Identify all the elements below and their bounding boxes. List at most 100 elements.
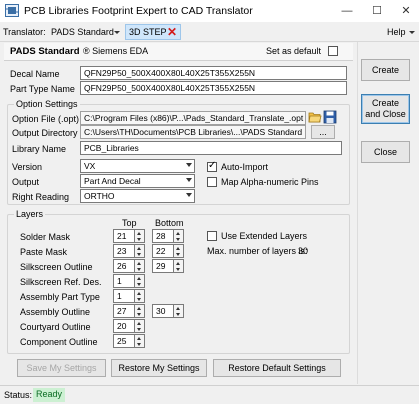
cad-header: PADS Standard ® Siemens EDA Set as defau…: [4, 43, 353, 61]
top-layer-spin-buttons[interactable]: [135, 259, 145, 273]
chevron-down-icon: [186, 178, 192, 182]
bottom-layer-spinner[interactable]: 30: [152, 304, 174, 318]
spin-down-icon[interactable]: [137, 238, 141, 241]
top-layer-spinner[interactable]: 25: [113, 334, 135, 348]
top-layer-spin-buttons[interactable]: [135, 319, 145, 333]
chevron-down-icon: [409, 31, 415, 34]
spin-down-icon[interactable]: [176, 313, 180, 316]
output-select[interactable]: Part And Decal: [80, 174, 195, 188]
right-reading-label: Right Reading: [12, 192, 70, 202]
decal-name-field[interactable]: QFN29P50_500X400X80L40X25T355X255N: [80, 66, 347, 80]
bottom-layer-spin-buttons[interactable]: [174, 259, 184, 273]
top-layer-spinner[interactable]: 20: [113, 319, 135, 333]
layer-name: Assembly Part Type: [20, 292, 100, 302]
spin-up-icon[interactable]: [176, 247, 180, 250]
top-layer-spin-buttons[interactable]: [135, 244, 145, 258]
bottom-layer-spin-buttons[interactable]: [174, 229, 184, 243]
spin-up-icon[interactable]: [137, 247, 141, 250]
spin-up-icon[interactable]: [137, 277, 141, 280]
restore-settings-button[interactable]: Restore My Settings: [111, 359, 207, 377]
bottom-layer-spinner[interactable]: 29: [152, 259, 174, 273]
spin-up-icon[interactable]: [176, 262, 180, 265]
save-settings-button[interactable]: Save My Settings: [17, 359, 106, 377]
right-reading-value: ORTHO: [84, 191, 115, 201]
bottom-layer-spinner[interactable]: 28: [152, 229, 174, 243]
bottom-layer-spin-buttons[interactable]: [174, 244, 184, 258]
max-layers-value: 30: [298, 246, 309, 256]
option-file-field[interactable]: C:\Program Files (x86)\P...\Pads_Standar…: [80, 111, 306, 125]
part-type-label: Part Type Name: [10, 84, 75, 94]
status-badge: Ready: [33, 388, 66, 402]
part-type-field[interactable]: QFN29P50_500X400X80L40X25T355X255N: [80, 81, 347, 95]
spin-down-icon[interactable]: [137, 343, 141, 346]
help-menu[interactable]: Help: [385, 23, 415, 41]
right-reading-select[interactable]: ORTHO: [80, 189, 195, 203]
top-layer-spin-buttons[interactable]: [135, 304, 145, 318]
option-file-label: Option File (.opt): [12, 114, 80, 124]
spin-down-icon[interactable]: [137, 313, 141, 316]
bottom-header: Bottom: [155, 218, 184, 228]
close-button[interactable]: Close: [361, 141, 410, 163]
help-label: Help: [387, 27, 406, 37]
close-window-button[interactable]: ✕: [399, 4, 413, 18]
spin-up-icon[interactable]: [137, 292, 141, 295]
spin-down-icon[interactable]: [176, 238, 180, 241]
decal-name-label: Decal Name: [10, 69, 60, 79]
spin-down-icon[interactable]: [176, 253, 180, 256]
output-directory-label: Output Directory: [12, 128, 78, 138]
spin-up-icon[interactable]: [137, 307, 141, 310]
spin-up-icon[interactable]: [137, 232, 141, 235]
chevron-down-icon: [186, 193, 192, 197]
layer-name: Paste Mask: [20, 247, 68, 257]
spin-up-icon[interactable]: [176, 232, 180, 235]
map-alpha-checkbox[interactable]: [207, 177, 217, 187]
create-button[interactable]: Create: [361, 59, 410, 81]
spin-down-icon[interactable]: [137, 283, 141, 286]
translator-dropdown[interactable]: PADS Standard: [50, 23, 122, 41]
layer-name: Assembly Outline: [20, 307, 91, 317]
spin-down-icon[interactable]: [137, 268, 141, 271]
library-name-field[interactable]: PCB_Libraries: [80, 141, 342, 155]
layer-name: Silkscreen Ref. Des.: [20, 277, 102, 287]
spin-down-icon[interactable]: [137, 328, 141, 331]
top-layer-spin-buttons[interactable]: [135, 289, 145, 303]
spin-down-icon[interactable]: [176, 268, 180, 271]
top-layer-spinner[interactable]: 1: [113, 289, 135, 303]
top-layer-spinner[interactable]: 21: [113, 229, 135, 243]
status-label: Status:: [4, 390, 33, 400]
spin-up-icon[interactable]: [176, 307, 180, 310]
tab-3d-step[interactable]: 3D STEP ✕: [125, 24, 181, 40]
spin-up-icon[interactable]: [137, 262, 141, 265]
top-layer-spinner[interactable]: 23: [113, 244, 135, 258]
top-layer-spinner[interactable]: 1: [113, 274, 135, 288]
save-icon[interactable]: [323, 110, 337, 124]
restore-default-button[interactable]: Restore Default Settings: [213, 359, 341, 377]
top-layer-spin-buttons[interactable]: [135, 229, 145, 243]
spin-up-icon[interactable]: [137, 322, 141, 325]
spin-down-icon[interactable]: [137, 298, 141, 301]
set-default-checkbox[interactable]: [328, 46, 338, 56]
version-label: Version: [12, 162, 43, 172]
minimize-button[interactable]: —: [340, 4, 354, 18]
top-layer-spin-buttons[interactable]: [135, 274, 145, 288]
maximize-button[interactable]: ☐: [370, 4, 384, 18]
browse-button[interactable]: ...: [311, 125, 335, 139]
auto-import-checkbox[interactable]: [207, 160, 217, 172]
tab-close-icon[interactable]: ✕: [167, 25, 177, 39]
output-directory-field[interactable]: C:\Users\TH\Documents\PCB Libraries\...\…: [80, 125, 306, 139]
top-header: Top: [122, 218, 137, 228]
top-layer-spinner[interactable]: 27: [113, 304, 135, 318]
top-layer-spin-buttons[interactable]: [135, 334, 145, 348]
auto-import-label: Auto-Import: [221, 162, 269, 172]
create-and-close-button[interactable]: Create and Close: [361, 94, 410, 124]
layer-name: Silkscreen Outline: [20, 262, 93, 272]
use-extended-checkbox[interactable]: [207, 231, 217, 241]
spin-up-icon[interactable]: [137, 337, 141, 340]
open-folder-icon[interactable]: [308, 110, 322, 124]
spin-down-icon[interactable]: [137, 253, 141, 256]
top-layer-spinner[interactable]: 26: [113, 259, 135, 273]
bottom-layer-spinner[interactable]: 22: [152, 244, 174, 258]
version-select[interactable]: VX: [80, 159, 195, 173]
bottom-layer-spin-buttons[interactable]: [174, 304, 184, 318]
window-title: PCB Libraries Footprint Expert to CAD Tr…: [24, 5, 253, 17]
